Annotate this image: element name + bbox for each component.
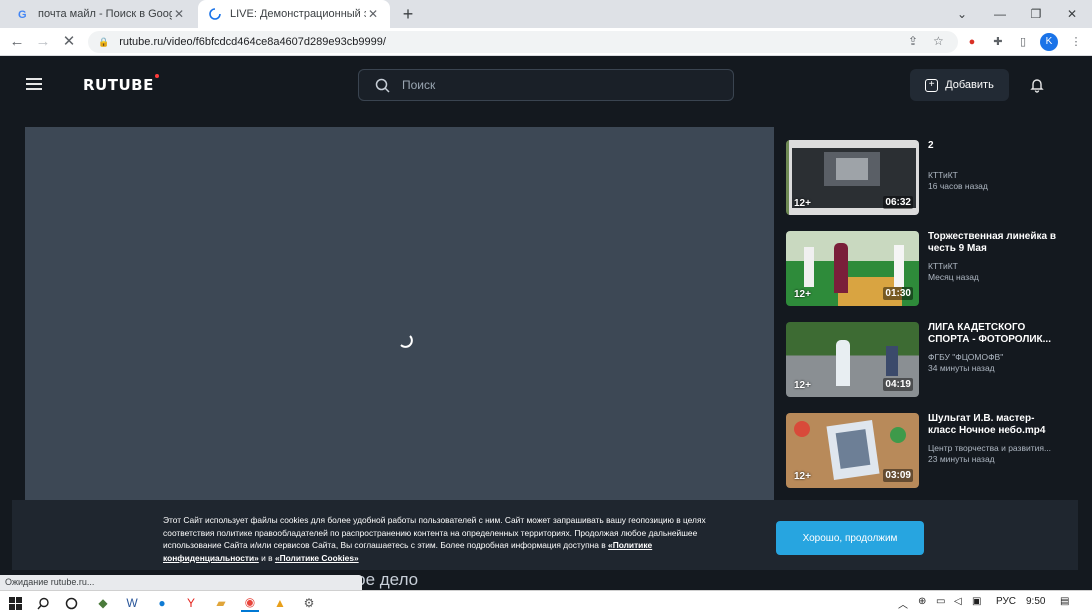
search-icon (375, 78, 390, 93)
tab-close-icon[interactable]: ✕ (366, 7, 380, 21)
app-icon[interactable]: ◆ (94, 594, 112, 612)
bookmark-star-icon[interactable]: ☆ (933, 34, 944, 48)
video-duration: 01:30 (883, 287, 913, 300)
address-bar[interactable]: 🔒 rutube.ru/video/f6bfcdcd464ce8a4607d28… (88, 31, 958, 53)
video-time: Месяц назад (928, 272, 979, 282)
tab-search-icon[interactable]: ⌄ (944, 0, 980, 28)
maximize-button[interactable]: ❐ (1018, 0, 1054, 28)
language-indicator[interactable]: РУС (996, 596, 1016, 607)
tray-overflow-icon[interactable]: ︿ (898, 596, 908, 611)
browser-status-bubble: Ожидание rutube.ru... (0, 575, 362, 590)
video-title[interactable]: ЛИГА КАДЕТСКОГО СПОРТА - ФОТОРОЛИК... (928, 322, 1056, 346)
tab-google-search[interactable]: G почта майл - Поиск в Google ✕ (6, 0, 196, 28)
video-thumbnail[interactable]: 12+ 04:19 (786, 322, 919, 397)
video-duration: 04:19 (883, 378, 913, 391)
cookie-text: Этот Сайт использует файлы cookies для б… (163, 514, 733, 564)
cookie-policy-link[interactable]: «Политике Cookies» (275, 553, 359, 563)
search-box[interactable] (358, 69, 734, 101)
back-button[interactable]: ← (6, 32, 28, 52)
battery-icon[interactable]: ▭ (936, 596, 945, 607)
add-icon: + (925, 78, 939, 92)
tray-app-icon[interactable]: ⊕ (918, 596, 926, 607)
forward-button[interactable]: → (32, 32, 54, 52)
channel-name[interactable]: Центр творчества и развития... (928, 443, 1058, 453)
recommended-video[interactable]: 12+ 03:09 Шульгат И.В. мастер-класс Ночн… (786, 413, 1076, 489)
share-icon[interactable]: ⇪ (908, 34, 918, 48)
volume-icon[interactable]: ◁ (954, 596, 962, 607)
profile-avatar[interactable]: K (1040, 33, 1058, 51)
tab-rutube-live[interactable]: LIVE: Демонстрационный экзам ✕ (198, 0, 390, 28)
menu-hamburger-icon[interactable] (26, 78, 42, 90)
cookie-banner: Этот Сайт использует файлы cookies для б… (12, 500, 1078, 570)
browser-toolbar: ← → ✕ 🔒 rutube.ru/video/f6bfcdcd464ce8a4… (0, 28, 1092, 56)
stop-loading-button[interactable]: ✕ (58, 32, 80, 52)
yandex-browser-icon[interactable]: Y (182, 594, 200, 612)
adblock-extension-icon[interactable]: ● (964, 34, 980, 50)
close-window-button[interactable]: ✕ (1054, 0, 1090, 28)
video-title[interactable]: Торжественная линейка в честь 9 Мая (928, 231, 1056, 255)
side-panel-icon[interactable]: ▯ (1015, 34, 1031, 50)
browser-tabstrip: G почта майл - Поиск в Google ✕ LIVE: Де… (0, 0, 1092, 28)
app-gear-icon[interactable]: ⚙ (300, 594, 318, 612)
add-video-button[interactable]: + Добавить (910, 69, 1009, 101)
site-header: RUTUBE + Добавить (0, 56, 1092, 114)
search-icon[interactable] (34, 594, 52, 612)
accept-cookies-button[interactable]: Хорошо, продолжим (776, 521, 924, 555)
recommended-video[interactable]: 12+ 01:30 Торжественная линейка в честь … (786, 231, 1076, 307)
logo-text: RUTUBE (83, 76, 154, 94)
video-duration: 03:09 (883, 469, 913, 482)
tab-title: почта майл - Поиск в Google (38, 8, 172, 20)
channel-name[interactable]: КТТиКТ (928, 170, 1058, 180)
video-thumbnail[interactable]: 12+ 01:30 (786, 231, 919, 306)
notifications-icon[interactable]: ▤ (1060, 596, 1069, 607)
video-time: 16 часов назад (928, 181, 988, 191)
tab-close-icon[interactable]: ✕ (172, 7, 186, 21)
video-player[interactable] (25, 127, 774, 500)
cookie-text-and: и в (258, 552, 275, 563)
video-time: 34 минуты назад (928, 363, 995, 373)
age-rating: 12+ (794, 289, 811, 300)
age-rating: 12+ (794, 380, 811, 391)
google-icon: G (16, 7, 30, 21)
lock-icon: 🔒 (98, 36, 110, 47)
edge-icon[interactable]: ● (153, 594, 171, 612)
recommended-video[interactable]: 12+ 04:19 ЛИГА КАДЕТСКОГО СПОРТА - ФОТОР… (786, 322, 1076, 398)
app-orange-icon[interactable]: ▲ (271, 594, 289, 612)
extensions-puzzle-icon[interactable]: ✚ (990, 34, 1006, 50)
new-tab-button[interactable]: + (398, 4, 418, 24)
age-rating: 12+ (794, 198, 811, 209)
chrome-icon[interactable]: ◉ (241, 594, 259, 612)
menu-kebab-icon[interactable]: ⋮ (1068, 34, 1084, 50)
add-label: Добавить (945, 79, 994, 91)
video-duration: 06:32 (883, 196, 913, 209)
recommended-video[interactable]: 12+ 06:32 2 КТТиКТ 16 часов назад (786, 140, 1076, 216)
age-rating: 12+ (794, 471, 811, 482)
clock[interactable]: 9:50 (1026, 596, 1045, 607)
search-input[interactable] (402, 78, 702, 92)
video-time: 23 минуты назад (928, 454, 995, 464)
notifications-bell-icon[interactable] (1029, 77, 1045, 93)
file-explorer-icon[interactable]: ▰ (212, 594, 230, 612)
network-icon[interactable]: ▣ (972, 596, 981, 607)
tab-title: LIVE: Демонстрационный экзам (230, 8, 366, 20)
minimize-button[interactable]: — (982, 0, 1018, 28)
video-title[interactable]: Шульгат И.В. мастер-класс Ночное небо.mp… (928, 413, 1056, 437)
windows-taskbar: ◆ W ● Y ▰ ◉ ▲ ⚙ ︿ ⊕ ▭ ◁ ▣ РУС 9:50 ▤ (0, 590, 1092, 614)
video-thumbnail[interactable]: 12+ 03:09 (786, 413, 919, 488)
rutube-logo[interactable]: RUTUBE (83, 74, 159, 94)
cortana-icon[interactable] (62, 594, 80, 612)
word-icon[interactable]: W (123, 594, 141, 612)
video-title[interactable]: 2 (928, 140, 1056, 152)
video-thumbnail[interactable]: 12+ 06:32 (786, 140, 919, 215)
svg-text:G: G (18, 9, 27, 20)
channel-name[interactable]: ФГБУ "ФЦОМОФВ" (928, 352, 1058, 362)
windows-start-icon[interactable] (6, 594, 24, 612)
url-text: rutube.ru/video/f6bfcdcd464ce8a4607d289e… (119, 36, 386, 48)
channel-name[interactable]: КТТиКТ (928, 261, 1058, 271)
loading-icon (208, 7, 222, 21)
loading-spinner-icon (400, 335, 413, 348)
